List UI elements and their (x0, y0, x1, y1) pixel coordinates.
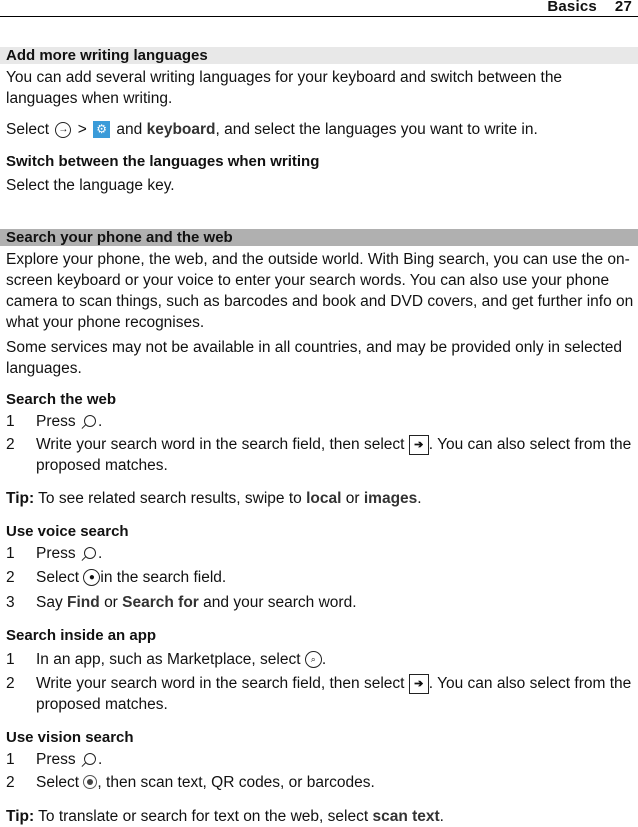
subheading: Switch between the languages when writin… (6, 153, 320, 170)
bold-term: local (306, 490, 342, 507)
bold-term: keyboard (146, 121, 216, 138)
settings-gear-icon: ⚙ (93, 121, 111, 139)
paragraph: Some services may not be available in al… (6, 339, 623, 377)
tip: Tip: To see related search results, swip… (6, 490, 422, 507)
vision-lens-icon (83, 775, 98, 789)
header-section: Basics (547, 0, 597, 15)
bold-term: images (363, 490, 418, 507)
tip: Tip: To translate or search for text on … (6, 808, 444, 825)
go-arrow-icon: ➔ (408, 434, 429, 455)
paragraph: Select the language key. (6, 177, 175, 194)
paragraph: Explore your phone, the web, and the out… (6, 251, 634, 331)
subheading: Use vision search (6, 729, 134, 746)
subheading: Use voice search (6, 523, 129, 540)
go-arrow-icon: ➔ (408, 673, 429, 694)
arrow-circle-icon: → (55, 121, 72, 138)
bold-term: scan text (372, 808, 440, 825)
subheading: Search the web (6, 391, 117, 408)
search-icon (81, 414, 97, 430)
search-icon (81, 546, 97, 562)
search-circle-icon: ⌕ (304, 651, 322, 669)
page-number: 27 (614, 0, 632, 15)
section-heading: Add more writing languages (0, 47, 638, 64)
subheading: Search inside an app (6, 627, 157, 644)
paragraph: Select → > ⚙ and keyboard, and select th… (6, 121, 538, 139)
page-header: Basics 27 (0, 0, 638, 17)
paragraph: You can add several writing languages fo… (6, 69, 563, 107)
search-icon (81, 752, 97, 768)
section-heading: Search your phone and the web (0, 229, 638, 246)
header-text: Basics 27 (547, 0, 632, 15)
microphone-icon: ● (83, 569, 101, 587)
